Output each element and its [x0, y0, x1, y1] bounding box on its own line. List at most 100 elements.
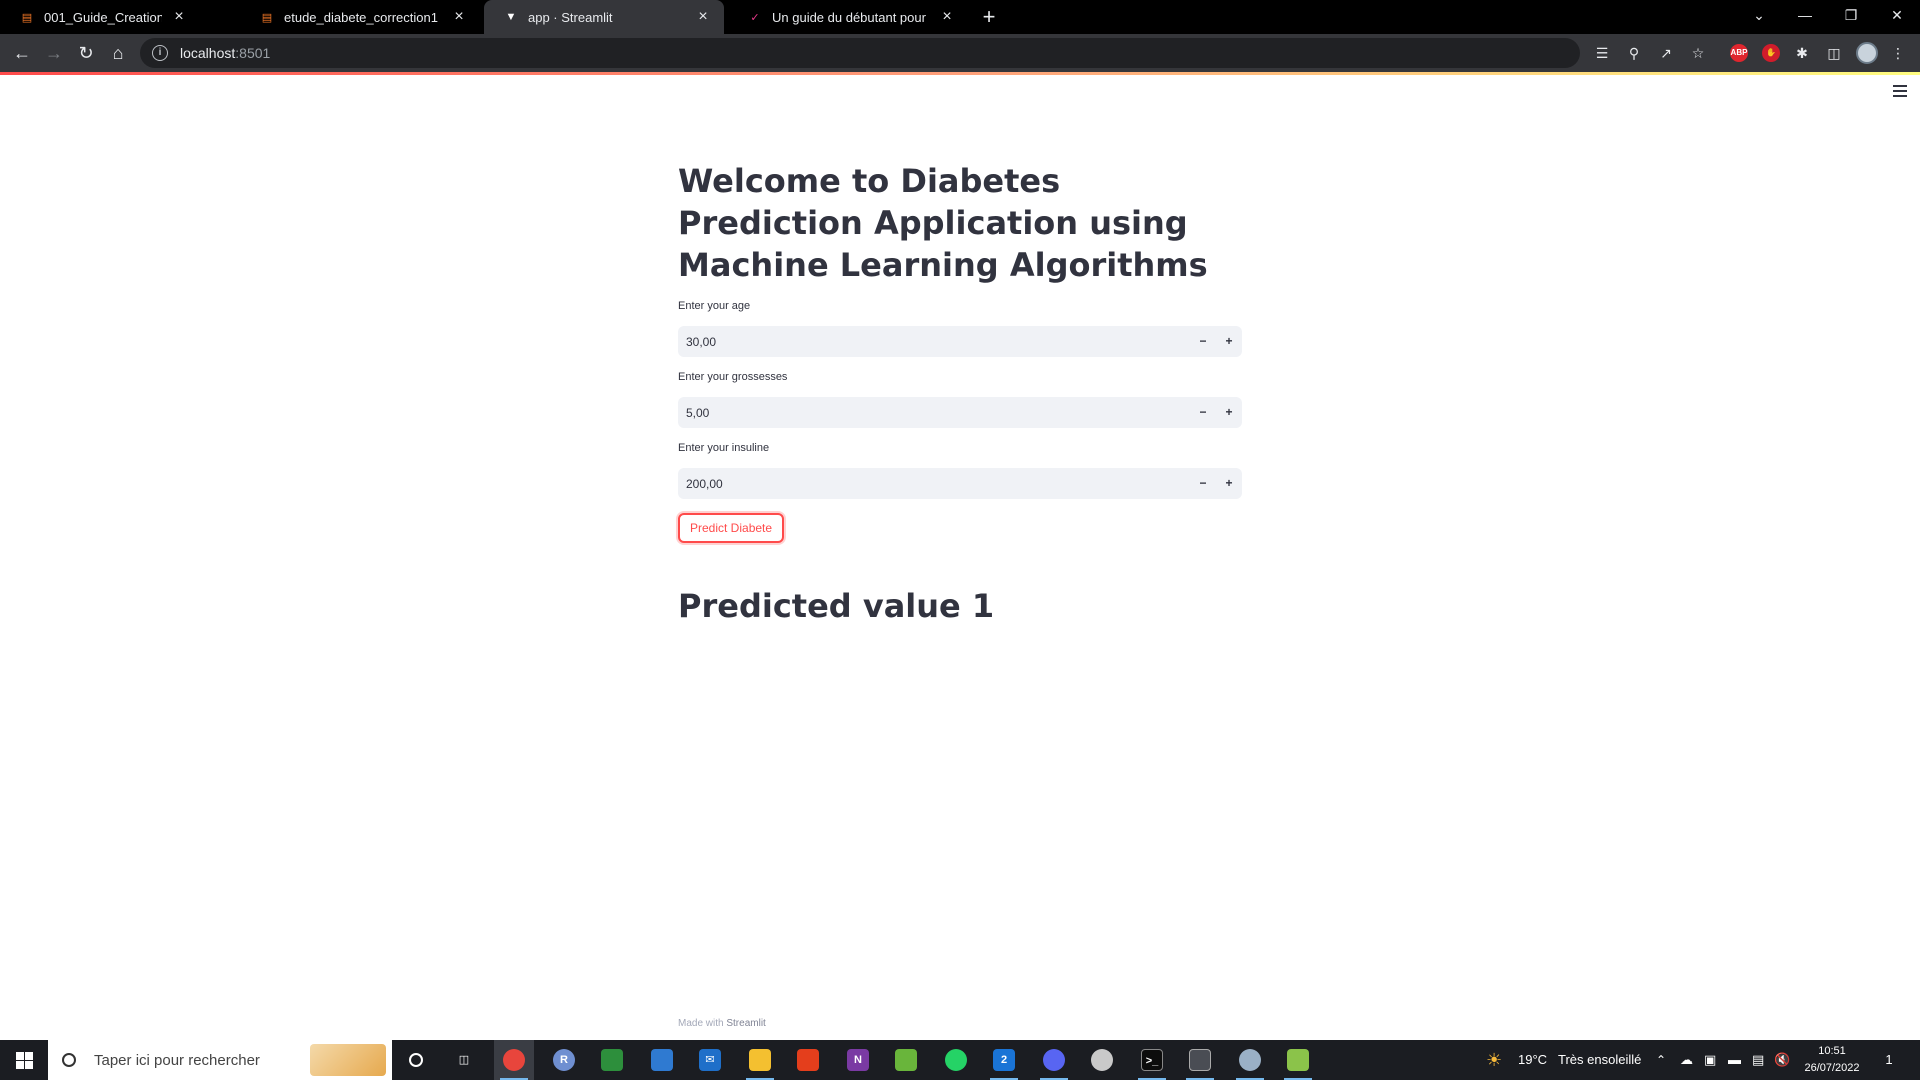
decrement-button[interactable]: −	[1190, 468, 1216, 499]
increment-button[interactable]: +	[1216, 326, 1242, 357]
adblock-plus-icon[interactable]: ABP	[1730, 44, 1748, 62]
volume-muted-icon[interactable]: 🔇	[1774, 1040, 1790, 1080]
predicted-value-heading: Predicted value 1	[678, 587, 995, 625]
decrement-button[interactable]: −	[1190, 397, 1216, 428]
close-icon[interactable]: ×	[170, 8, 188, 26]
address-bar[interactable]: i localhost :8501	[140, 38, 1580, 68]
taskbar-r-app[interactable]: R	[544, 1040, 584, 1080]
jupyter-icon: ▤	[21, 11, 33, 24]
taskbar-clock[interactable]: 10:51 26/07/2022	[1796, 1043, 1868, 1077]
increment-button[interactable]: +	[1216, 468, 1242, 499]
medium-icon: ✓	[750, 11, 760, 24]
clock-date: 26/07/2022	[1804, 1062, 1860, 1074]
share-icon[interactable]: ↗	[1656, 43, 1676, 63]
close-icon[interactable]: ×	[938, 8, 956, 26]
meet-now-icon[interactable]: ▣	[1704, 1040, 1716, 1080]
url-port: :8501	[235, 45, 271, 61]
grossesses-value[interactable]: 5,00	[678, 406, 1190, 420]
hamburger-menu-icon[interactable]	[1893, 85, 1907, 97]
zoom-icon[interactable]: ⚲	[1624, 43, 1644, 63]
notification-center-icon[interactable]: 1	[1878, 1048, 1900, 1072]
taskbar-spreadsheet-app[interactable]	[592, 1040, 632, 1080]
extensions-puzzle-icon[interactable]: ✱	[1792, 43, 1812, 63]
forward-icon[interactable]: →	[40, 39, 68, 67]
taskbar-paint-app[interactable]	[1082, 1040, 1122, 1080]
increment-button[interactable]: +	[1216, 397, 1242, 428]
tab-app-streamlit[interactable]: ▼ app · Streamlit ×	[484, 0, 724, 34]
jupyter-icon: ▤	[261, 11, 273, 24]
grossesses-number-input[interactable]: 5,00 − +	[678, 397, 1242, 428]
streamlit-icon: ▼	[505, 11, 517, 23]
taskbar-office[interactable]	[788, 1040, 828, 1080]
onedrive-icon[interactable]: ☁	[1680, 1040, 1693, 1080]
taskbar-notepad[interactable]	[1278, 1040, 1318, 1080]
task-view-icon[interactable]: ◫	[444, 1040, 484, 1080]
weather-temp[interactable]: 19°C	[1518, 1040, 1547, 1080]
tab-etude-diabete[interactable]: ▤ etude_diabete_correction1 - Jupy ×	[240, 0, 480, 34]
close-icon[interactable]: ×	[694, 8, 712, 26]
site-info-icon[interactable]: i	[152, 45, 168, 61]
bookmark-star-icon[interactable]: ☆	[1688, 43, 1708, 63]
windows-logo-icon	[15, 1051, 33, 1069]
footer: Made with Streamlit	[678, 1018, 766, 1029]
tab-search-icon[interactable]: ⌄	[1736, 0, 1782, 30]
predict-diabete-button[interactable]: Predict Diabete	[678, 513, 785, 543]
reload-icon[interactable]: ↻	[72, 39, 100, 67]
minimize-icon[interactable]: —	[1782, 0, 1828, 30]
new-tab-button[interactable]: +	[976, 4, 1002, 30]
taskbar-store[interactable]	[642, 1040, 682, 1080]
url-host: localhost	[180, 45, 236, 61]
taskbar-whatsapp[interactable]	[936, 1040, 976, 1080]
adblock-hand-icon[interactable]: ✋	[1762, 44, 1780, 62]
tab-title: app · Streamlit	[528, 9, 613, 25]
footer-streamlit-link[interactable]: Streamlit	[726, 1018, 765, 1029]
taskbar-file-explorer[interactable]	[740, 1040, 780, 1080]
windows-taskbar: Taper ici pour rechercher ◫ R ✉ N 2 >_ ☀…	[0, 1040, 1920, 1080]
side-panel-icon[interactable]: ◫	[1824, 43, 1844, 63]
close-window-icon[interactable]: ✕	[1874, 0, 1920, 30]
search-placeholder: Taper ici pour rechercher	[94, 1051, 260, 1069]
cortana-icon[interactable]	[396, 1040, 436, 1080]
grossesses-field: Enter your grossesses 5,00 − +	[678, 371, 1242, 428]
insuline-label: Enter your insuline	[678, 442, 770, 454]
tray-chevron-up-icon[interactable]: ⌃	[1656, 1040, 1666, 1080]
browser-toolbar: ← → ↻ ⌂ i localhost :8501 ☰ ⚲ ↗ ☆ ABP ✋ …	[0, 34, 1920, 72]
taskbar-bluestacks[interactable]	[886, 1040, 926, 1080]
battery-icon[interactable]: ▬	[1728, 1040, 1741, 1080]
tab-title: Un guide du débutant pour Strea	[772, 9, 930, 25]
age-field: Enter your age 30,00 − +	[678, 300, 1242, 357]
translate-icon[interactable]: ☰	[1592, 43, 1612, 63]
age-value[interactable]: 30,00	[678, 335, 1190, 349]
insuline-number-input[interactable]: 200,00 − +	[678, 468, 1242, 499]
taskbar-onenote[interactable]: N	[838, 1040, 878, 1080]
taskbar-discord[interactable]	[1034, 1040, 1074, 1080]
taskbar-window-app[interactable]	[1180, 1040, 1220, 1080]
restore-icon[interactable]: ❐	[1828, 0, 1874, 30]
taskbar-mail[interactable]: ✉	[690, 1040, 730, 1080]
main-content: Welcome to Diabetes Prediction Applicati…	[678, 160, 1242, 625]
decrement-button[interactable]: −	[1190, 326, 1216, 357]
taskbar-anaconda[interactable]	[1230, 1040, 1270, 1080]
weather-sun-icon[interactable]: ☀	[1486, 1040, 1502, 1080]
menu-kebab-icon[interactable]: ⋮	[1888, 43, 1908, 63]
tab-guide-debutant[interactable]: ✓ Un guide du débutant pour Strea ×	[728, 0, 968, 34]
profile-avatar[interactable]	[1856, 42, 1878, 64]
search-highlight-doodle	[310, 1044, 386, 1076]
network-icon[interactable]: ▤	[1752, 1040, 1764, 1080]
browser-tab-strip: ▤ 001_Guide_Creation_appweb - Ju × ▤ etu…	[0, 0, 1920, 34]
age-number-input[interactable]: 30,00 − +	[678, 326, 1242, 357]
grossesses-label: Enter your grossesses	[678, 371, 788, 383]
taskbar-terminal[interactable]: >_	[1132, 1040, 1172, 1080]
weather-desc[interactable]: Très ensoleillé	[1558, 1040, 1641, 1080]
back-icon[interactable]: ←	[8, 39, 36, 67]
taskbar-search-box[interactable]: Taper ici pour rechercher	[48, 1040, 392, 1080]
tab-title: etude_diabete_correction1 - Jupy	[284, 9, 442, 25]
tab-guide-creation[interactable]: ▤ 001_Guide_Creation_appweb - Ju ×	[0, 0, 200, 34]
taskbar-outlook[interactable]: 2	[984, 1040, 1024, 1080]
taskbar-chrome[interactable]	[494, 1040, 534, 1080]
home-icon[interactable]: ⌂	[104, 39, 132, 67]
insuline-value[interactable]: 200,00	[678, 477, 1190, 491]
windows-start-button[interactable]	[0, 1040, 48, 1080]
close-icon[interactable]: ×	[450, 8, 468, 26]
page-title: Welcome to Diabetes Prediction Applicati…	[678, 162, 1208, 284]
